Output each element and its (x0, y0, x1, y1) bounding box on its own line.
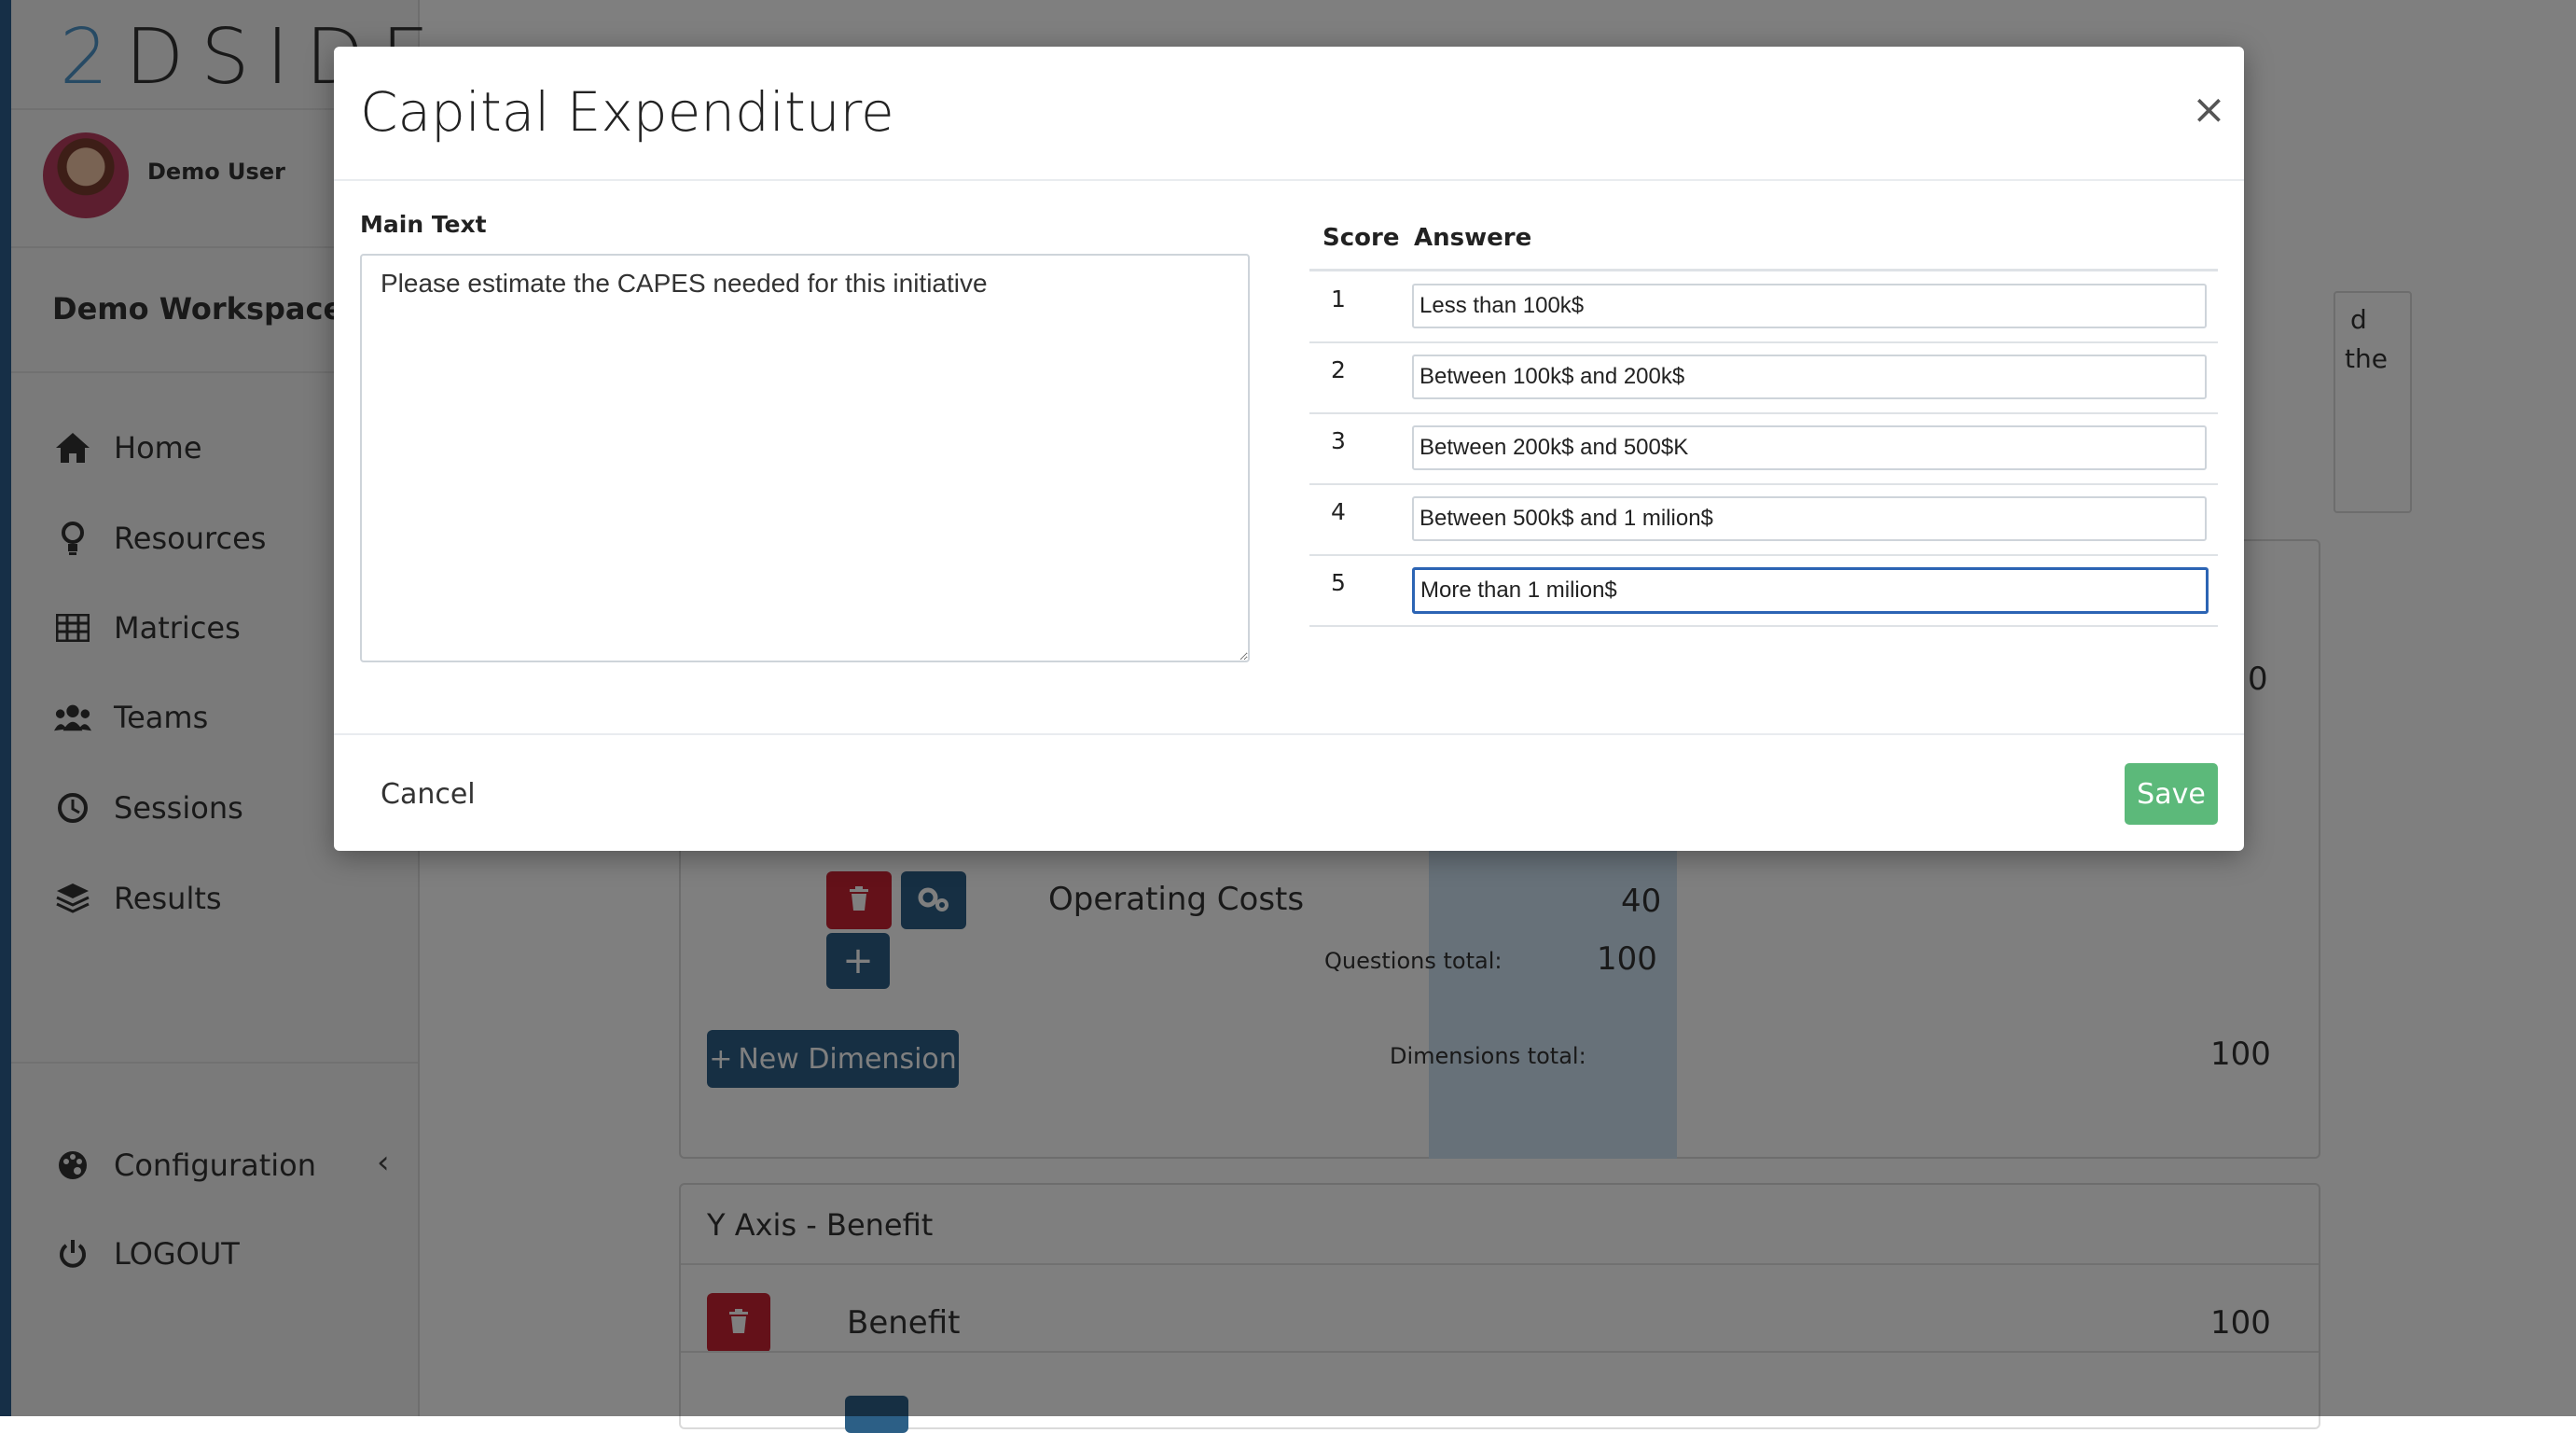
answer-field[interactable] (1412, 425, 2207, 470)
answer-field[interactable] (1412, 284, 2207, 328)
modal-header-divider (334, 179, 2244, 181)
table-row: 2 (1309, 341, 2218, 414)
score-value: 4 (1331, 498, 1346, 525)
table-row: 4 (1309, 483, 2218, 556)
answer-field[interactable] (1412, 496, 2207, 541)
modal-title: Capital Expenditure (360, 80, 894, 144)
score-column-header: Score (1323, 224, 1400, 252)
main-text-label: Main Text (360, 211, 487, 238)
close-icon[interactable]: × (2192, 90, 2226, 131)
score-value: 2 (1331, 356, 1346, 383)
table-row: 3 (1309, 412, 2218, 485)
main-text-field[interactable] (360, 254, 1250, 662)
table-row: 5 (1309, 554, 2218, 627)
answer-field[interactable] (1412, 355, 2207, 399)
table-row: 1 (1309, 271, 2218, 343)
score-value: 3 (1331, 427, 1346, 454)
answer-column-header: Answere (1414, 224, 1532, 252)
score-value: 5 (1331, 569, 1346, 596)
save-button[interactable]: Save (2125, 763, 2218, 825)
cancel-button[interactable]: Cancel (381, 778, 476, 811)
score-value: 1 (1331, 285, 1346, 313)
edit-question-modal: Capital Expenditure × Main Text Score An… (334, 47, 2244, 851)
modal-footer-divider (334, 733, 2244, 735)
answer-field[interactable] (1412, 567, 2209, 614)
